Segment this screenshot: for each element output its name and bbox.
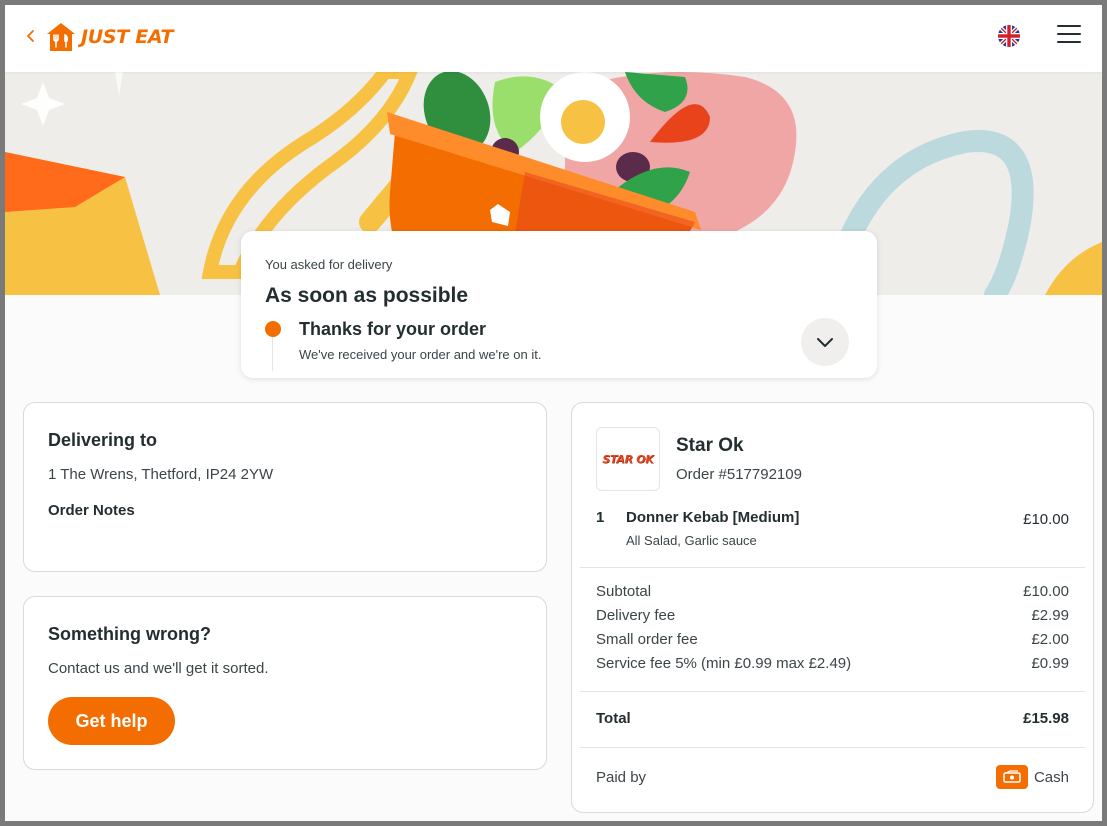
item-quantity: 1: [596, 509, 605, 526]
paid-by-label: Paid by: [596, 768, 647, 786]
fee-label: Service fee 5% (min £0.99 max £2.49): [596, 655, 852, 672]
fee-row-subtotal: Subtotal £10.00: [596, 583, 1069, 607]
brand-name: JUST EAT: [81, 26, 174, 48]
fee-list: Subtotal £10.00 Delivery fee £2.99 Small…: [596, 583, 1069, 679]
expand-status-button[interactable]: [801, 318, 849, 366]
progress-line: [272, 337, 273, 371]
delivery-card-title: Delivering to: [48, 430, 158, 450]
delivery-status-card: You asked for delivery As soon as possib…: [241, 231, 877, 378]
item-modifiers: All Salad, Garlic sauce: [626, 533, 757, 548]
just-eat-logo[interactable]: JUST EAT: [45, 17, 173, 57]
divider: [580, 567, 1085, 568]
help-card: Something wrong? Contact us and we'll ge…: [23, 596, 547, 770]
help-card-title: Something wrong?: [48, 624, 211, 644]
cash-icon: [995, 765, 1028, 789]
chevron-down-icon: [817, 338, 833, 347]
item-price: £10.00: [1023, 511, 1069, 528]
order-notes-label: Order Notes: [48, 502, 135, 519]
fee-value: £0.99: [1031, 655, 1069, 672]
chevron-left-icon[interactable]: [23, 23, 39, 49]
delivery-address-card: Delivering to 1 The Wrens, Thetford, IP2…: [23, 402, 547, 572]
divider: [580, 691, 1085, 692]
total-label: Total: [596, 710, 631, 727]
order-summary-card: STAR OK Star Ok Order #517792109 1 Donne…: [571, 402, 1094, 813]
house-logo-icon: [47, 23, 75, 51]
fee-label: Small order fee: [596, 631, 698, 648]
order-number: Order #517792109: [676, 466, 802, 483]
total-row: Total £15.98: [596, 710, 1069, 727]
delivery-type-label: You asked for delivery: [265, 257, 393, 272]
hamburger-menu-icon[interactable]: [1057, 25, 1081, 47]
fee-label: Delivery fee: [596, 607, 676, 624]
fee-value: £2.99: [1031, 607, 1069, 624]
divider: [580, 747, 1085, 748]
total-value: £15.98: [1023, 710, 1069, 727]
top-header: JUST EAT: [5, 5, 1102, 72]
status-step-title: Thanks for your order: [299, 319, 487, 339]
progress-dot-icon: [265, 321, 281, 337]
payment-method-label: Cash: [1033, 768, 1069, 786]
delivery-time-title: As soon as possible: [265, 284, 469, 307]
delivery-address: 1 The Wrens, Thetford, IP24 2YW: [48, 466, 274, 483]
get-help-button[interactable]: Get help: [48, 697, 175, 745]
fee-row-small-order: Small order fee £2.00: [596, 631, 1069, 655]
app-frame: JUST EAT You asked for delivery As soon …: [5, 5, 1102, 821]
fee-row-delivery: Delivery fee £2.99: [596, 607, 1069, 631]
fee-row-service: Service fee 5% (min £0.99 max £2.49) £0.…: [596, 655, 1069, 679]
fee-label: Subtotal: [596, 583, 652, 600]
restaurant-name[interactable]: Star Ok: [676, 435, 744, 457]
fee-value: £2.00: [1031, 631, 1069, 648]
payment-method: Cash: [995, 765, 1069, 789]
uk-flag-icon[interactable]: [998, 25, 1020, 47]
status-step-description: We've received your order and we're on i…: [299, 347, 542, 362]
restaurant-logo-text: STAR OK: [602, 452, 654, 466]
help-card-text: Contact us and we'll get it sorted.: [48, 660, 269, 677]
payment-row: Paid by Cash: [596, 765, 1069, 789]
fee-value: £10.00: [1023, 583, 1069, 600]
restaurant-logo[interactable]: STAR OK: [596, 427, 660, 491]
item-name: Donner Kebab [Medium]: [626, 509, 800, 526]
